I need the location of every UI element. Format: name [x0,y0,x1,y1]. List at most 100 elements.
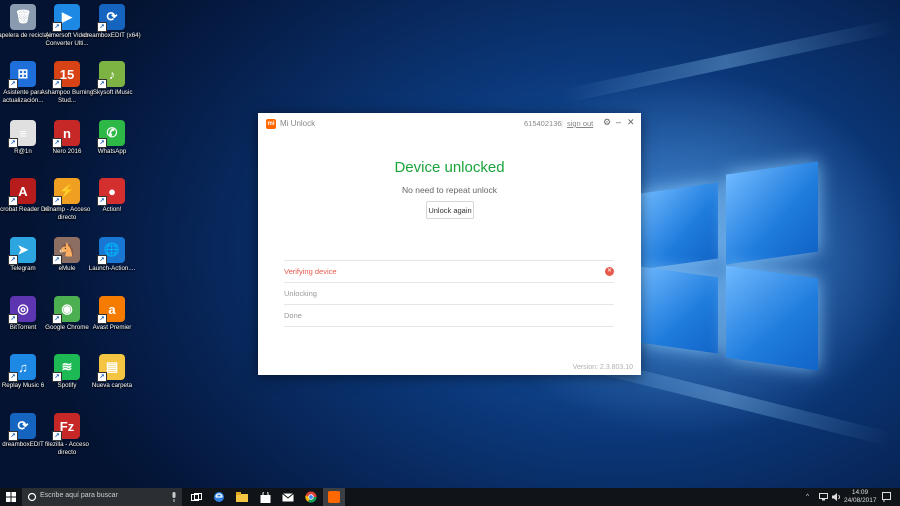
app-icon: ● ↗ [97,178,125,206]
edge-icon[interactable] [208,488,230,506]
app-icon: ≡ ↗ [8,120,36,148]
desktop-icon[interactable]: ♪ ↗ iSkysoft iMusic [81,61,143,97]
desktop-icon[interactable]: 🌐 ↗ Launch-Action.... [81,237,143,273]
step-done: Done [284,304,614,327]
network-icon[interactable] [819,493,828,501]
close-icon[interactable]: ✕ [627,117,635,128]
unlock-again-button[interactable]: Unlock again [426,201,474,219]
shortcut-arrow-icon: ↗ [97,255,107,265]
app-icon: ◉ ↗ [52,296,80,324]
shortcut-arrow-icon: ↗ [52,431,62,441]
shortcut-arrow-icon: ↗ [97,196,107,206]
app-icon: 🌐 ↗ [97,237,125,265]
app-glyph: A [18,183,28,199]
desktop-icon-label: Launch-Action.... [88,265,136,272]
shortcut-arrow-icon: ↗ [52,79,62,89]
step-label: Verifying device [284,267,337,276]
app-icon: ⟳ ↗ [8,413,36,441]
app-glyph: ≋ [61,359,73,374]
shortcut-arrow-icon: ↗ [97,372,107,382]
shortcut-arrow-icon: ↗ [8,314,18,324]
app-icon: ♫ ↗ [8,354,36,382]
gear-icon[interactable]: ⚙ [603,117,611,128]
app-icon: 🐴 ↗ [52,237,80,265]
app-icon: ▤ ↗ [97,354,125,382]
desktop-icon[interactable]: Fz ↗ filezilla - Acceso directo [36,413,98,456]
mi-logo-icon: mi [266,119,276,129]
sign-out-link[interactable]: sign out [567,119,593,128]
app-icon: ⚡ ↗ [52,178,80,206]
app-glyph: ◎ [17,301,29,316]
app-glyph: ▶ [62,9,72,24]
app-glyph: ◉ [61,301,73,316]
microphone-icon [172,492,176,502]
mail-icon[interactable] [277,488,299,506]
mi-unlock-window: mi Mi Unlock 615402136 | sign out ⚙ – ✕ … [258,113,641,375]
minimize-icon[interactable]: – [616,117,621,127]
chrome-icon[interactable] [300,488,322,506]
app-glyph: ✆ [106,125,118,140]
search-box[interactable]: Escribe aquí para buscar [22,488,182,506]
app-icon: 15 ↗ [52,61,80,89]
app-icon: n ↗ [52,120,80,148]
clock-date: 24/08/2017 [844,497,877,504]
window-title: Mi Unlock [280,119,316,128]
shortcut-arrow-icon: ↗ [8,196,18,206]
app-glyph: ▤ [105,359,119,374]
shortcut-arrow-icon: ↗ [97,314,107,324]
app-glyph: 🗑 [14,9,32,24]
app-icon: ♪ ↗ [97,61,125,89]
step-unlocking: Unlocking [284,282,614,304]
desktop-icon-label: Nueva carpeta [91,382,133,389]
app-glyph: ≡ [19,125,27,141]
title-bar[interactable]: mi Mi Unlock 615402136 | sign out ⚙ – ✕ [258,113,641,135]
shortcut-arrow-icon: ↗ [97,79,107,89]
app-glyph: ⊞ [17,66,29,81]
desktop-icon[interactable]: ▤ ↗ Nueva carpeta [81,354,143,390]
separator: | [561,119,563,128]
app-icon: ➤ ↗ [8,237,36,265]
version-label: Version: 2.3.803.10 [572,364,633,371]
app-glyph: a [108,301,116,317]
mi-unlock-taskbar-icon[interactable] [323,488,345,506]
app-glyph: ♫ [18,359,28,375]
desktop-icon-label: iSkysoft iMusic [91,89,133,96]
taskbar: Escribe aquí para buscar ^ 14:09 24/08/2… [0,488,900,506]
error-icon: ✕ [605,267,614,276]
chevron-up-icon[interactable]: ^ [806,493,809,500]
desktop-icon[interactable]: a ↗ Avast Premier [81,296,143,332]
notifications-icon[interactable] [882,492,891,502]
desktop-icon[interactable]: ● ↗ Action! [81,178,143,214]
desktop-icon-label: filezilla - Acceso directo [44,441,90,456]
app-icon: ▶ ↗ [52,4,80,32]
desktop-icon[interactable]: ✆ ↗ WhatsApp [81,120,143,156]
app-icon: ⟳ ↗ [97,4,125,32]
volume-icon[interactable] [832,493,841,501]
clock[interactable]: 14:09 24/08/2017 [844,489,877,505]
step-label: Unlocking [284,289,317,298]
task-view-icon[interactable] [185,488,207,506]
desktop-icon-label: WhatsApp [97,148,127,155]
shortcut-arrow-icon: ↗ [97,138,107,148]
app-icon: ✆ ↗ [97,120,125,148]
shortcut-arrow-icon: ↗ [52,372,62,382]
windows-logo-wallpaper [640,160,820,371]
app-icon: 🗑 [10,4,36,30]
shortcut-arrow-icon: ↗ [52,22,62,32]
app-glyph: n [63,125,71,141]
file-explorer-icon[interactable] [231,488,253,506]
app-icon: A ↗ [8,178,36,206]
search-icon [27,492,37,502]
app-icon: a ↗ [97,296,125,324]
desktop-icon[interactable]: ⟳ ↗ dreamboxEDIT (x64) [81,4,143,40]
store-icon[interactable] [254,488,276,506]
app-icon: ⊞ ↗ [8,61,36,89]
step-label: Done [284,311,302,320]
app-icon: ◎ ↗ [8,296,36,324]
start-button[interactable] [0,488,22,506]
search-placeholder: Escribe aquí para buscar [40,492,118,499]
shortcut-arrow-icon: ↗ [52,196,62,206]
shortcut-arrow-icon: ↗ [52,314,62,324]
desktop: 🗑Papelera de reciclaje▶↗Aimersoft Video … [0,0,900,488]
shortcut-arrow-icon: ↗ [8,138,18,148]
